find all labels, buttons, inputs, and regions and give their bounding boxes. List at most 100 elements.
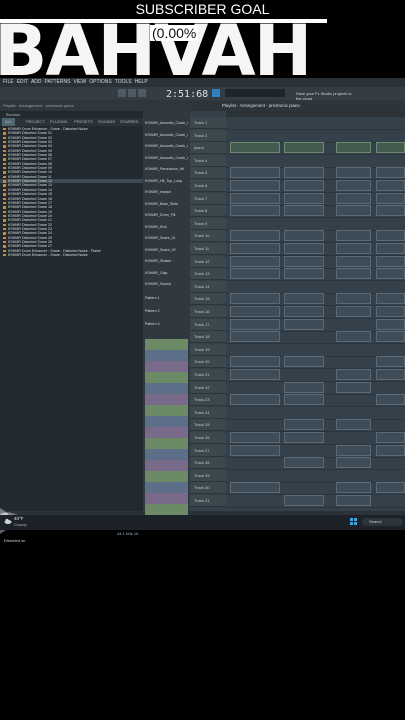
track-lane[interactable] xyxy=(226,381,405,395)
playlist-clip[interactable] xyxy=(284,180,324,191)
tab-sounds[interactable]: SOUNDS xyxy=(98,118,115,126)
track-header[interactable]: piano xyxy=(190,142,226,155)
track-lane[interactable] xyxy=(226,369,405,382)
playlist-clip[interactable] xyxy=(336,142,371,154)
playlist-clip[interactable] xyxy=(284,457,324,469)
track-header[interactable]: Track 31 xyxy=(190,495,226,507)
channel-rack-row[interactable]: KSHMR_Acoustic_Crash_02 xyxy=(145,133,188,142)
track-header[interactable]: Track 2 xyxy=(190,129,226,142)
playlist-clip[interactable] xyxy=(284,243,324,254)
track-lane[interactable] xyxy=(226,218,405,231)
playlist-clip[interactable] xyxy=(230,293,280,305)
playlist-clip[interactable] xyxy=(336,495,371,506)
playlist-clip[interactable] xyxy=(336,205,371,217)
track-lane[interactable] xyxy=(226,130,405,143)
playlist-clip[interactable] xyxy=(336,482,371,494)
playlist-clip[interactable] xyxy=(336,419,371,431)
track-lane[interactable] xyxy=(226,243,405,256)
playlist-clip[interactable] xyxy=(284,142,324,154)
playlist-clip[interactable] xyxy=(284,306,324,317)
playlist-clip[interactable] xyxy=(376,356,405,368)
track-lane[interactable] xyxy=(226,205,405,219)
channel-rack-row[interactable]: KSHMR_Snare_01 xyxy=(145,236,188,245)
playlist-clip[interactable] xyxy=(336,444,371,456)
track-header[interactable]: Track 30 xyxy=(190,482,226,495)
playlist-clip[interactable] xyxy=(284,318,324,330)
weather-temp[interactable]: 40°F xyxy=(14,516,24,521)
playlist-clip[interactable] xyxy=(284,495,324,506)
playlist-clip[interactable] xyxy=(376,432,405,443)
playlist-clip[interactable] xyxy=(376,205,405,217)
channel-rack-row[interactable]: KSHMR_Drum_Fill xyxy=(145,213,188,222)
track-lane[interactable] xyxy=(226,268,405,282)
track-lane[interactable] xyxy=(226,394,405,408)
playlist-clip[interactable] xyxy=(284,205,324,217)
track-lane[interactable] xyxy=(226,155,405,168)
playlist-clip[interactable] xyxy=(230,142,280,154)
playlist-clip[interactable] xyxy=(376,268,405,280)
playlist-clip[interactable] xyxy=(230,192,280,204)
track-lane[interactable] xyxy=(226,255,405,269)
playlist-clip[interactable] xyxy=(230,356,280,368)
track-header[interactable]: Track 9 xyxy=(190,217,226,230)
windows-start-icon[interactable] xyxy=(350,518,357,525)
playlist-clip[interactable] xyxy=(376,180,405,191)
track-header[interactable]: Track 19 xyxy=(190,343,226,356)
channel-rack-row[interactable]: KSHMR_Shaker xyxy=(145,259,188,268)
playlist-clip[interactable] xyxy=(336,331,371,343)
browser-item[interactable]: KSHMR Drum Enhancer - Snare - Distorted … xyxy=(0,253,143,257)
channel-rack-row[interactable]: KSHMR_Acoustic_Crash_04 xyxy=(145,156,188,165)
track-header[interactable]: Track 21 xyxy=(190,369,226,381)
track-lane[interactable] xyxy=(226,470,405,483)
track-lane[interactable] xyxy=(226,444,405,458)
track-header[interactable]: Track 1 xyxy=(190,117,226,129)
playlist-clip[interactable] xyxy=(284,255,324,267)
stop-button[interactable] xyxy=(128,89,136,97)
playlist-clip[interactable] xyxy=(230,482,280,494)
playlist-clip[interactable] xyxy=(376,331,405,343)
track-lane[interactable] xyxy=(226,432,405,445)
playlist-clip[interactable] xyxy=(230,306,280,317)
playlist-clip[interactable] xyxy=(336,255,371,267)
channel-rack-row[interactable]: KSHMR_Acoustic_Crash_01 xyxy=(145,121,188,130)
playlist-clip[interactable] xyxy=(336,457,371,469)
playlist-clip[interactable] xyxy=(284,167,324,179)
playlist-clip[interactable] xyxy=(336,180,371,191)
channel-rack-row[interactable]: Pattern 1 xyxy=(145,296,188,305)
playlist-clip[interactable] xyxy=(230,255,280,267)
track-lane[interactable] xyxy=(226,318,405,332)
playlist-clip[interactable] xyxy=(284,432,324,443)
playlist-clip[interactable] xyxy=(336,306,371,317)
channel-rack-row[interactable]: KSHMR_Percussion_Hit xyxy=(145,167,188,176)
taskbar-search[interactable]: Search xyxy=(362,518,403,526)
menu-help[interactable]: HELP xyxy=(135,79,148,85)
playlist-clip[interactable] xyxy=(230,205,280,217)
playlist-clip[interactable] xyxy=(230,394,280,406)
track-lane[interactable] xyxy=(226,331,405,345)
playlist-clip[interactable] xyxy=(336,192,371,204)
track-header[interactable]: Track 27 xyxy=(190,444,226,457)
playlist-clip[interactable] xyxy=(284,230,324,242)
playlist-clip[interactable] xyxy=(336,293,371,305)
track-header[interactable]: Track 6 xyxy=(190,180,226,192)
menu-file[interactable]: FILE xyxy=(3,79,14,85)
playlist-clip[interactable] xyxy=(284,192,324,204)
track-header[interactable]: Track 24 xyxy=(190,406,226,419)
track-lane[interactable] xyxy=(226,142,405,156)
playlist-clip[interactable] xyxy=(284,356,324,368)
track-header[interactable]: Track 23 xyxy=(190,394,226,407)
step-mode-icon[interactable] xyxy=(212,89,220,97)
track-header[interactable]: Track 4 xyxy=(190,154,226,167)
channel-rack-row[interactable]: Pattern 3 xyxy=(145,322,188,331)
track-header[interactable]: Track 15 xyxy=(190,293,226,306)
track-lane[interactable] xyxy=(226,230,405,244)
track-header[interactable]: Track 29 xyxy=(190,469,226,482)
track-header[interactable]: Track 16 xyxy=(190,306,226,318)
playlist-clip[interactable] xyxy=(376,230,405,242)
playlist-clip[interactable] xyxy=(230,167,280,179)
playlist-clip[interactable] xyxy=(336,243,371,254)
track-lane[interactable] xyxy=(226,281,405,294)
menu-view[interactable]: VIEW xyxy=(73,79,86,85)
track-header[interactable]: Track 5 xyxy=(190,167,226,180)
track-lane[interactable] xyxy=(226,117,405,130)
